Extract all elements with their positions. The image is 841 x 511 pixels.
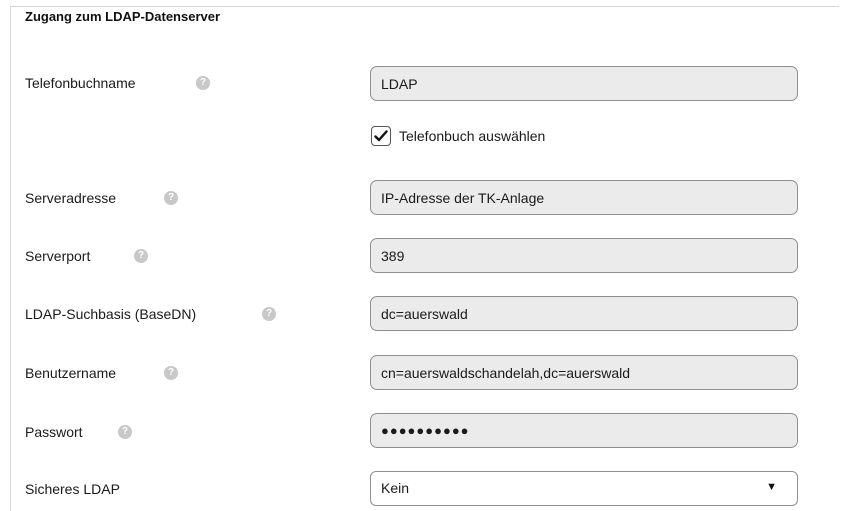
- select-phonebook-label: Telefonbuch auswählen: [399, 128, 546, 144]
- server-port-label: Serverport: [25, 248, 91, 264]
- server-port-input[interactable]: [370, 238, 798, 273]
- select-phonebook-checkbox[interactable]: [371, 126, 391, 146]
- username-label: Benutzername: [25, 365, 117, 381]
- server-address-label: Serveradresse: [25, 190, 117, 206]
- password-input[interactable]: [370, 413, 798, 448]
- help-icon[interactable]: ?: [118, 425, 132, 439]
- search-base-input[interactable]: [370, 296, 798, 331]
- help-icon[interactable]: ?: [164, 191, 178, 205]
- section-title: Zugang zum LDAP-Datenserver: [25, 9, 221, 24]
- username-input[interactable]: [370, 355, 798, 390]
- dropdown-arrow-icon[interactable]: ▼: [766, 481, 777, 493]
- phonebook-name-label: Telefonbuchname: [25, 75, 136, 91]
- secure-ldap-label: Sicheres LDAP: [25, 481, 120, 497]
- help-icon[interactable]: ?: [134, 249, 148, 263]
- help-icon[interactable]: ?: [164, 366, 178, 380]
- search-base-label: LDAP-Suchbasis (BaseDN): [25, 306, 197, 322]
- secure-ldap-select[interactable]: Kein ▼: [370, 471, 798, 506]
- secure-ldap-value: Kein: [381, 480, 410, 496]
- checkmark-icon: [374, 130, 388, 142]
- password-label: Passwort: [25, 424, 83, 440]
- phonebook-name-input[interactable]: [370, 66, 798, 101]
- server-address-input[interactable]: [370, 180, 798, 215]
- help-icon[interactable]: ?: [196, 76, 210, 90]
- help-icon[interactable]: ?: [262, 307, 276, 321]
